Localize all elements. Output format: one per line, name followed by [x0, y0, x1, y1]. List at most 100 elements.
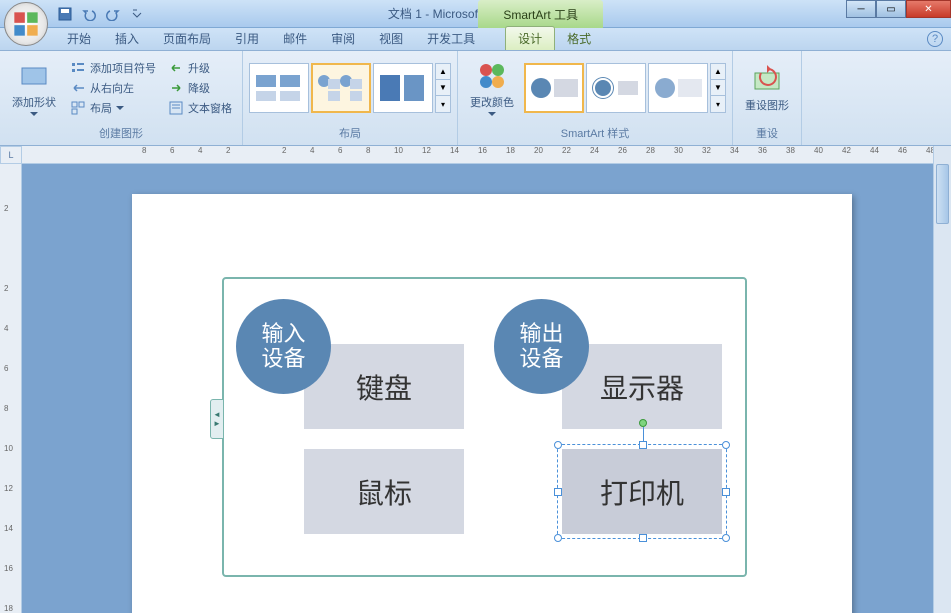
rotation-handle[interactable]	[639, 419, 647, 427]
tab-review[interactable]: 审阅	[319, 27, 367, 50]
tab-page-layout[interactable]: 页面布局	[151, 27, 223, 50]
document-area[interactable]: ◄► 输入 设备 键盘 鼠标 输出 设备 显示器 打印机	[22, 164, 933, 613]
style-scroll-up[interactable]: ▲	[711, 64, 725, 80]
layout-scroll: ▲ ▼ ▾	[435, 63, 451, 113]
style-more[interactable]: ▾	[711, 96, 725, 112]
style-scroll-down[interactable]: ▼	[711, 80, 725, 96]
page[interactable]: ◄► 输入 设备 键盘 鼠标 输出 设备 显示器 打印机	[132, 194, 852, 613]
layout-item-1[interactable]	[249, 63, 309, 113]
office-logo-icon	[12, 10, 40, 38]
colors-icon	[476, 60, 508, 92]
resize-handle-se[interactable]	[722, 534, 730, 542]
layout-scroll-down[interactable]: ▼	[436, 80, 450, 96]
layout-item-2[interactable]	[311, 63, 371, 113]
bullet-icon	[70, 60, 86, 76]
sa-circle-2[interactable]: 输出 设备	[494, 299, 589, 394]
selection-frame	[557, 444, 727, 539]
add-shape-icon	[18, 60, 50, 92]
reset-graphic-button[interactable]: 重设图形	[739, 61, 795, 115]
style-scroll: ▲ ▼ ▾	[710, 63, 726, 113]
vertical-ruler[interactable]: 224681012141618	[0, 164, 22, 613]
ruler-corner[interactable]: L	[0, 146, 22, 164]
add-shape-label: 添加形状	[12, 94, 56, 110]
text-pane-icon	[168, 100, 184, 116]
resize-handle-n[interactable]	[639, 441, 647, 449]
save-icon	[58, 7, 72, 21]
rotation-line	[643, 427, 644, 442]
vertical-scrollbar[interactable]	[933, 146, 951, 613]
group-label-layouts: 布局	[247, 123, 453, 143]
qat-redo-button[interactable]	[103, 4, 123, 24]
style-item-2[interactable]	[586, 63, 646, 113]
maximize-button[interactable]: ▭	[876, 0, 906, 18]
chevron-down-icon	[30, 112, 38, 116]
group-label-styles: SmartArt 样式	[462, 123, 728, 143]
undo-icon	[82, 7, 96, 21]
tab-home[interactable]: 开始	[55, 27, 103, 50]
layout-item-3[interactable]	[373, 63, 433, 113]
close-button[interactable]: ✕	[906, 0, 951, 18]
layout-more[interactable]: ▾	[436, 96, 450, 112]
layout-thumb-icon	[378, 73, 428, 103]
group-label-create: 创建图形	[4, 123, 238, 143]
office-button[interactable]	[4, 2, 48, 46]
sa-box-1b[interactable]: 鼠标	[304, 449, 464, 534]
group-create-graphic: 添加形状 添加项目符号 从右向左 布局 升级 降级 文本窗格 创建图形	[0, 51, 243, 145]
scrollbar-thumb[interactable]	[936, 164, 949, 224]
reset-icon	[751, 63, 783, 95]
resize-handle-sw[interactable]	[554, 534, 562, 542]
resize-handle-e[interactable]	[722, 488, 730, 496]
context-tool-label: SmartArt 工具	[478, 0, 603, 28]
resize-handle-ne[interactable]	[722, 441, 730, 449]
group-layouts: ▲ ▼ ▾ 布局	[243, 51, 458, 145]
group-reset: 重设图形 重设	[733, 51, 802, 145]
qat-customize-button[interactable]	[127, 4, 147, 24]
tab-design[interactable]: 设计	[505, 26, 555, 50]
horizontal-ruler[interactable]: 8642246810121416182022242628303234363840…	[22, 146, 951, 164]
chevron-down-icon	[132, 9, 142, 19]
demote-icon	[168, 80, 184, 96]
layout-scroll-up[interactable]: ▲	[436, 64, 450, 80]
group-styles: 更改颜色 ▲ ▼ ▾ SmartArt 样式	[458, 51, 733, 145]
qat-undo-button[interactable]	[79, 4, 99, 24]
add-shape-button[interactable]: 添加形状	[6, 58, 62, 118]
redo-icon	[106, 7, 120, 21]
quick-access-toolbar	[55, 4, 147, 24]
group-label-reset: 重设	[737, 123, 797, 143]
tab-view[interactable]: 视图	[367, 27, 415, 50]
ribbon-tabs: 开始 插入 页面布局 引用 邮件 审阅 视图 开发工具 设计 格式 ?	[0, 28, 951, 51]
layout-thumb-icon	[254, 73, 304, 103]
style-item-1[interactable]	[524, 63, 584, 113]
tab-insert[interactable]: 插入	[103, 27, 151, 50]
layout-icon	[70, 100, 86, 116]
style-item-3[interactable]	[648, 63, 708, 113]
chevron-down-icon	[116, 106, 124, 110]
smartart-frame[interactable]: ◄► 输入 设备 键盘 鼠标 输出 设备 显示器 打印机	[222, 277, 747, 577]
tab-mailings[interactable]: 邮件	[271, 27, 319, 50]
minimize-button[interactable]: ─	[846, 0, 876, 18]
promote-button[interactable]: 升级	[164, 59, 236, 77]
tab-developer[interactable]: 开发工具	[415, 27, 487, 50]
sa-circle-1[interactable]: 输入 设备	[236, 299, 331, 394]
title-bar: 文档 1 - Microsoft Word SmartArt 工具 ─ ▭ ✕	[0, 0, 951, 28]
resize-handle-w[interactable]	[554, 488, 562, 496]
help-icon[interactable]: ?	[927, 31, 943, 47]
rtl-button[interactable]: 从右向左	[66, 79, 160, 97]
promote-icon	[168, 60, 184, 76]
qat-save-button[interactable]	[55, 4, 75, 24]
rtl-icon	[70, 80, 86, 96]
text-pane-button[interactable]: 文本窗格	[164, 99, 236, 117]
smartart-text-pane-toggle[interactable]: ◄►	[210, 399, 224, 439]
ribbon: 添加形状 添加项目符号 从右向左 布局 升级 降级 文本窗格 创建图形	[0, 51, 951, 146]
resize-handle-nw[interactable]	[554, 441, 562, 449]
layout-thumb-icon	[316, 73, 366, 103]
tab-references[interactable]: 引用	[223, 27, 271, 50]
demote-button[interactable]: 降级	[164, 79, 236, 97]
add-bullet-button[interactable]: 添加项目符号	[66, 59, 160, 77]
resize-handle-s[interactable]	[639, 534, 647, 542]
chevron-down-icon	[488, 112, 496, 116]
layout-button[interactable]: 布局	[66, 99, 160, 117]
tab-format[interactable]: 格式	[555, 27, 603, 50]
window-controls: ─ ▭ ✕	[846, 0, 951, 18]
change-colors-button[interactable]: 更改颜色	[464, 58, 520, 118]
